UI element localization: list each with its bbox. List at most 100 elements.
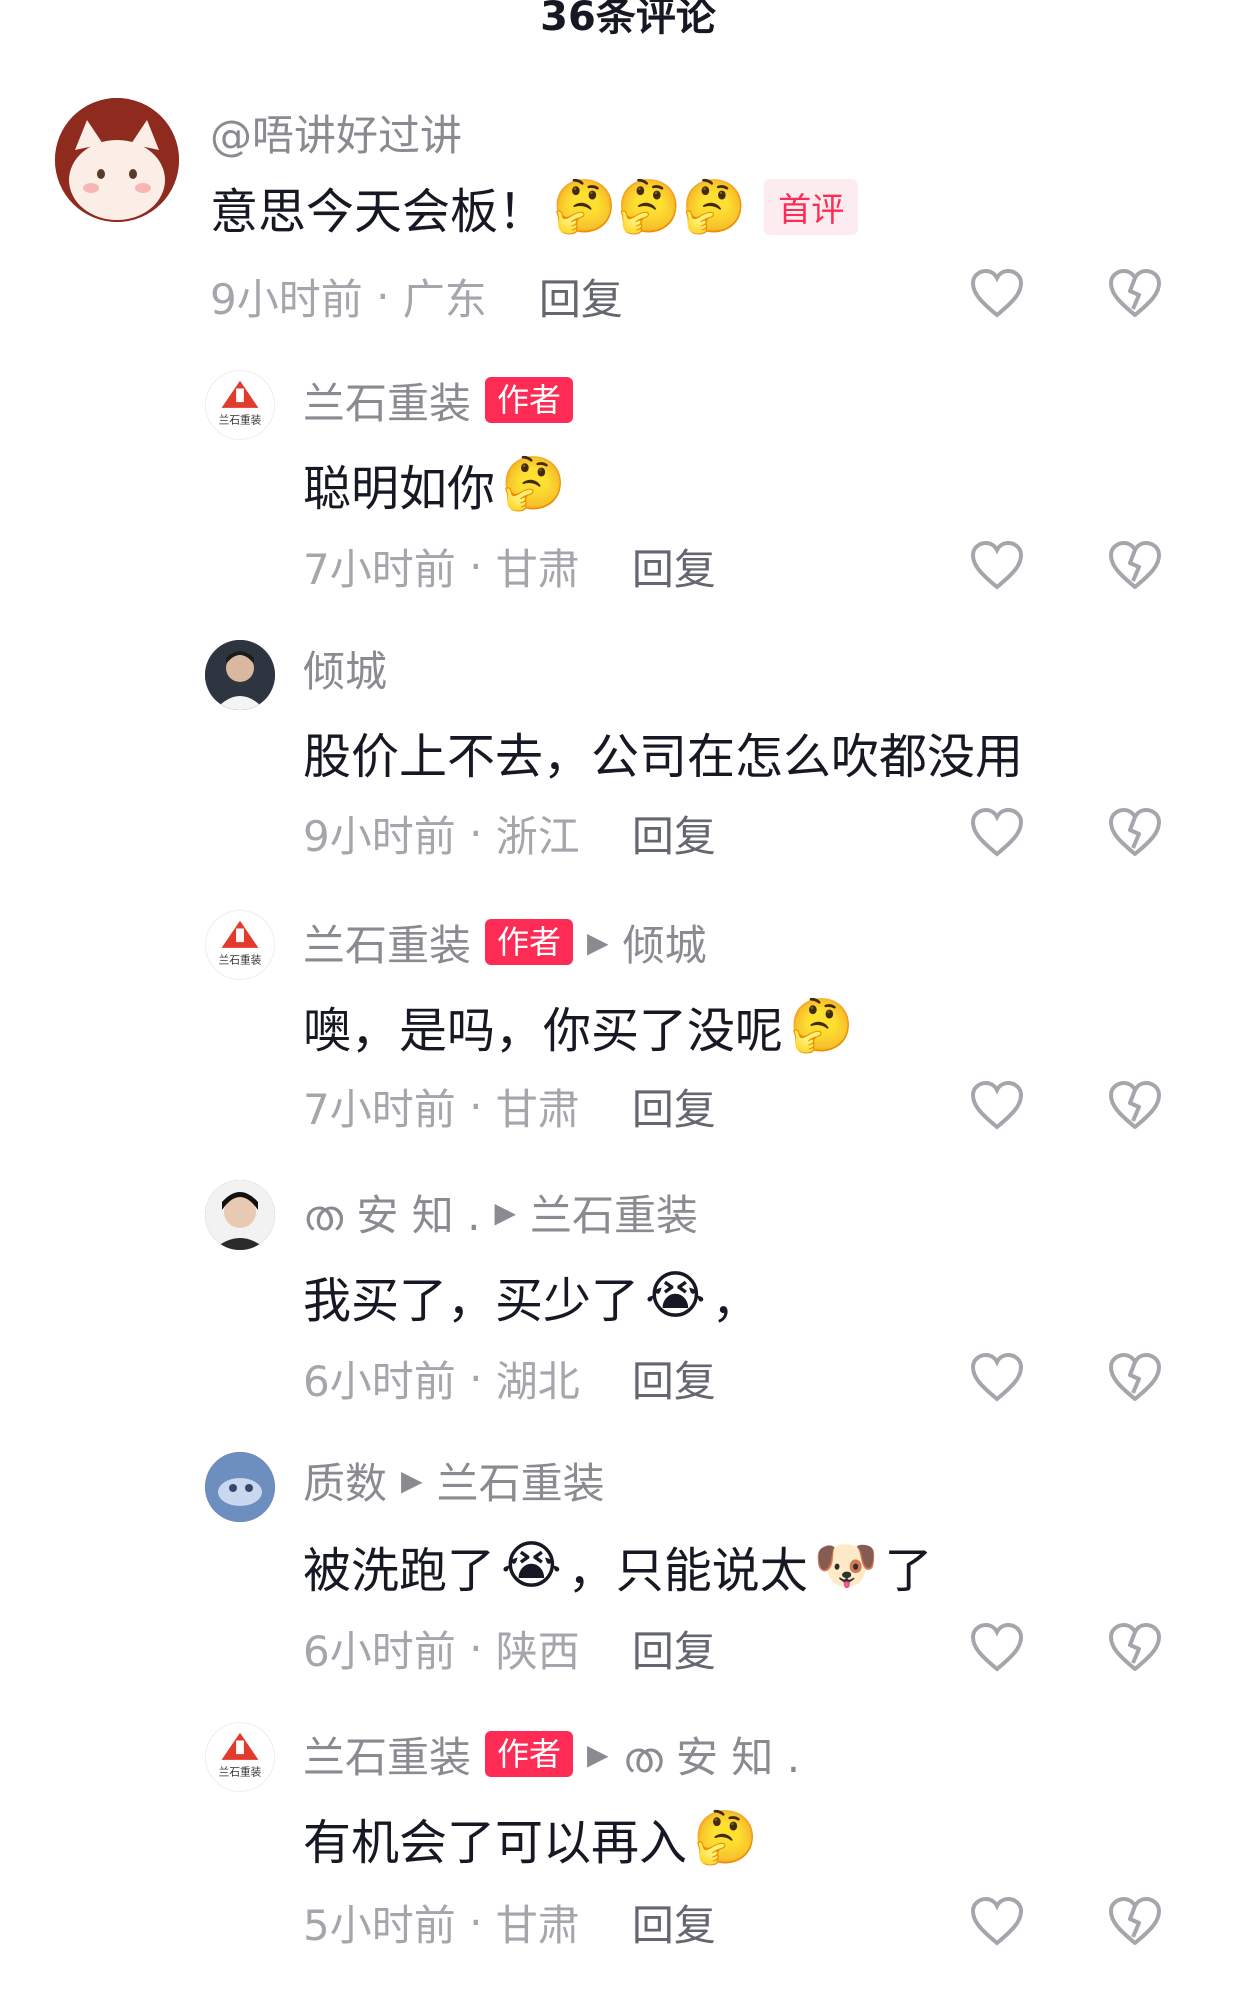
thinking-face-emoji: 🤔🤔🤔: [552, 177, 747, 237]
svg-text:兰石重装: 兰石重装: [219, 413, 262, 426]
comment-text: 股价上不去，公司在怎么吹都没用: [303, 729, 1024, 785]
broken-heart-icon[interactable]: [1106, 266, 1164, 322]
username-row: 兰石重装 作者: [303, 370, 574, 431]
like-icon[interactable]: [968, 1894, 1026, 1950]
reply-item: 倾城 股价上不去，公司在怎么吹都没用 9小时前 · 浙江 回复: [0, 640, 1256, 880]
comment-time: 7小时前: [303, 544, 456, 594]
comment-text: 我买了，买少了: [303, 1273, 640, 1329]
comment-text: 有机会了可以再入: [303, 1815, 688, 1871]
reply-button[interactable]: 回复: [632, 803, 716, 864]
meta-separator: ·: [362, 271, 403, 321]
username-row: 倾城: [303, 640, 387, 696]
username[interactable]: 兰石重装: [303, 912, 471, 973]
broken-heart-icon[interactable]: [1106, 1078, 1164, 1134]
reply-button[interactable]: 回复: [632, 1892, 716, 1953]
avatar[interactable]: 兰石重装: [205, 370, 275, 440]
meta-separator: ·: [455, 808, 496, 858]
reply-button[interactable]: 回复: [539, 266, 623, 327]
brand-logo-icon: 兰石重装: [219, 1732, 262, 1778]
comment-text: 聪明如你: [303, 461, 496, 517]
broken-heart-icon[interactable]: [1106, 1350, 1164, 1406]
avatar[interactable]: 兰石重装: [205, 910, 275, 980]
meta-separator: ·: [455, 1897, 496, 1947]
crying-face-emoji: 😭: [501, 1536, 562, 1596]
username-row: 兰石重装 作者 ▶ 倾城: [303, 914, 707, 970]
comment-meta: 6小时前 · 陕西 回复: [303, 1620, 716, 1676]
broken-heart-icon[interactable]: [1106, 805, 1164, 861]
person-photo-icon: [205, 1452, 275, 1522]
comment-text-row: 有机会了可以再入 🤔: [303, 1806, 758, 1871]
avatar[interactable]: [205, 640, 275, 710]
author-badge: 作者: [485, 377, 574, 423]
username[interactable]: 兰石重装: [303, 370, 471, 431]
comment-meta: 5小时前 · 甘肃 回复: [303, 1894, 716, 1950]
svg-text:兰石重装: 兰石重装: [219, 1765, 262, 1778]
reply-item: 兰石重装 兰石重装 作者 聪明如你 🤔 7小时前 · 甘肃 回复: [0, 370, 1256, 610]
reply-item: 质数 ▶ 兰石重装 被洗跑了 😭 ，只能说太 🐶 了 6小时前 · 陕西 回复: [0, 1452, 1256, 1692]
comment-time: 7小时前: [303, 1084, 456, 1134]
comment-location: 甘肃: [495, 1084, 580, 1134]
avatar[interactable]: [205, 1180, 275, 1250]
dog-face-emoji: 🐶: [813, 1536, 879, 1596]
comment-count-title: 36条评论: [540, 0, 716, 40]
triangle-right-icon: ▶: [401, 1463, 423, 1497]
reply-to-username[interactable]: 兰石重装: [437, 1450, 605, 1511]
avatar[interactable]: 兰石重装: [205, 1722, 275, 1792]
reply-to-username[interactable]: ത 安 知 .: [623, 1724, 800, 1785]
like-icon[interactable]: [968, 805, 1026, 861]
meta-separator: ·: [455, 1353, 496, 1403]
comment-meta: 7小时前 · 甘肃 回复: [303, 1078, 716, 1134]
username[interactable]: 倾城: [303, 638, 387, 699]
thinking-face-emoji: 🤔: [501, 454, 566, 514]
comment-meta: 9小时前 · 广东 回复: [210, 268, 623, 324]
svg-text:兰石重装: 兰石重装: [219, 953, 262, 966]
meta-separator: ·: [455, 1081, 496, 1131]
comment-text-row: 我买了，买少了 😭 ，: [303, 1264, 760, 1329]
comment-location: 浙江: [495, 811, 580, 861]
broken-heart-icon[interactable]: [1106, 1620, 1164, 1676]
username[interactable]: 兰石重装: [303, 1724, 471, 1785]
comment-meta: 7小时前 · 甘肃 回复: [303, 538, 716, 594]
triangle-right-icon: ▶: [587, 1737, 609, 1771]
broken-heart-icon[interactable]: [1106, 1894, 1164, 1950]
like-icon[interactable]: [968, 1620, 1026, 1676]
brand-logo-icon: 兰石重装: [219, 920, 262, 966]
meta-separator: ·: [455, 541, 496, 591]
avatar[interactable]: [205, 1452, 275, 1522]
comment-time: 6小时前: [303, 1626, 456, 1676]
comment-meta: 6小时前 · 湖北 回复: [303, 1350, 716, 1406]
like-icon[interactable]: [968, 538, 1026, 594]
like-icon[interactable]: [968, 1350, 1026, 1406]
reply-button[interactable]: 回复: [632, 1076, 716, 1137]
comment-text-tail: 了: [884, 1543, 933, 1599]
username[interactable]: ത 安 知 .: [303, 1182, 480, 1243]
comment-text: 被洗跑了: [303, 1543, 496, 1599]
comment-text-row: 意思今天会板！ 🤔🤔🤔 首评: [210, 175, 859, 240]
comment-location: 甘肃: [495, 1900, 580, 1950]
reply-button[interactable]: 回复: [632, 1348, 716, 1409]
first-comment-badge: 首评: [764, 179, 859, 235]
username-row: 质数 ▶ 兰石重装: [303, 1452, 605, 1508]
comment-text-row: 噢，是吗，你买了没呢 🤔: [303, 994, 854, 1059]
reply-to-username[interactable]: 倾城: [623, 912, 707, 973]
like-icon[interactable]: [968, 1078, 1026, 1134]
comment-text-row: 聪明如你 🤔: [303, 452, 566, 517]
comment-time: 5小时前: [303, 1900, 456, 1950]
broken-heart-icon[interactable]: [1106, 538, 1164, 594]
reply-button[interactable]: 回复: [632, 536, 716, 597]
reply-button[interactable]: 回复: [632, 1618, 716, 1679]
reply-to-username[interactable]: 兰石重装: [530, 1182, 698, 1243]
comment-location: 陕西: [495, 1626, 580, 1676]
comment-text-tail: ，: [711, 1273, 760, 1329]
username[interactable]: 质数: [303, 1450, 387, 1511]
brand-logo-icon: 兰石重装: [219, 380, 262, 426]
comment-location: 广东: [402, 274, 487, 324]
comment-location: 湖北: [495, 1356, 580, 1406]
cat-avatar-icon: [55, 98, 179, 222]
comment-time: 9小时前: [303, 811, 456, 861]
comment-time: 6小时前: [303, 1356, 456, 1406]
avatar[interactable]: [55, 98, 179, 222]
comment-time: 9小时前: [210, 274, 363, 324]
username[interactable]: @唔讲好过讲: [210, 102, 462, 163]
like-icon[interactable]: [968, 266, 1026, 322]
